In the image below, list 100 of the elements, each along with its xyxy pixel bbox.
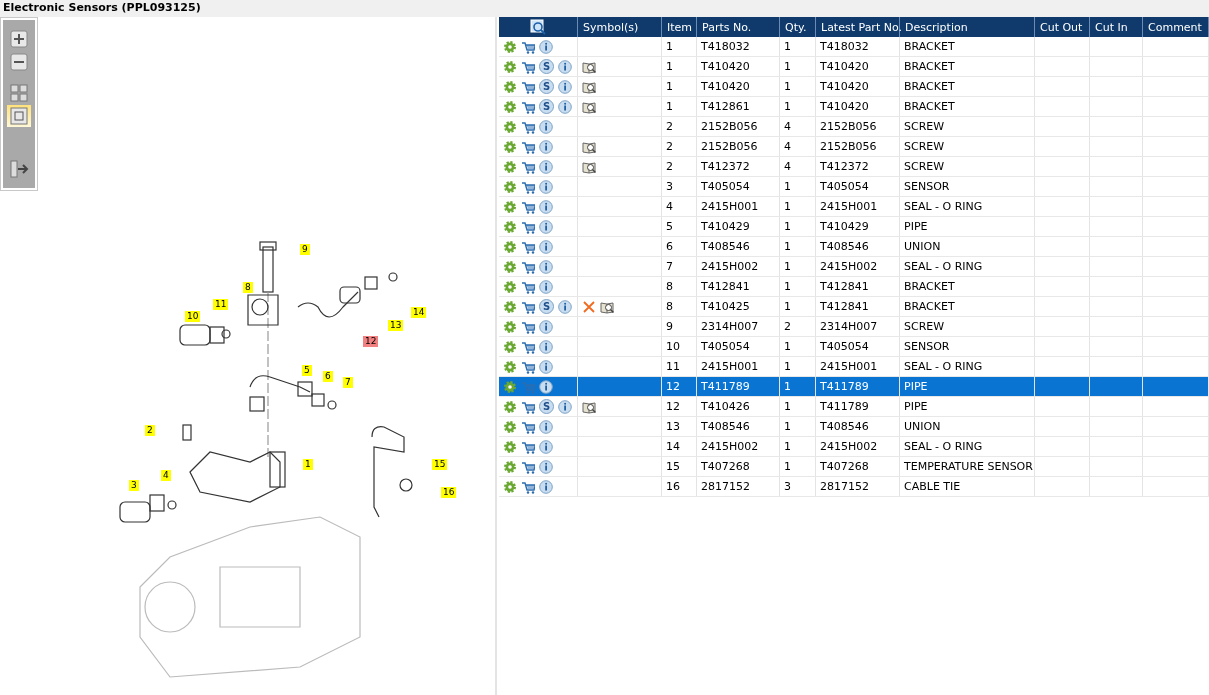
book-search-icon[interactable]: [582, 139, 596, 154]
table-row[interactable]: 5 T410429 1 T410429 PIPE: [499, 216, 1209, 237]
s-badge[interactable]: S: [539, 299, 554, 314]
info-icon[interactable]: [558, 399, 572, 414]
info-icon[interactable]: [539, 219, 553, 234]
cart-icon[interactable]: [521, 39, 535, 54]
table-row[interactable]: S 8 T410425 1 T412841 BRACKET: [499, 296, 1209, 317]
callout-label[interactable]: 12: [363, 336, 379, 347]
callout-label[interactable]: 9: [300, 244, 310, 255]
callout-label[interactable]: 14: [411, 307, 427, 318]
info-icon[interactable]: [558, 79, 572, 94]
info-icon[interactable]: [539, 199, 553, 214]
info-icon[interactable]: [539, 319, 553, 334]
callout-label[interactable]: 6: [323, 371, 333, 382]
table-row[interactable]: 15 T407268 1 T407268 TEMPERATURE SENSOR: [499, 456, 1209, 477]
info-icon[interactable]: [539, 439, 553, 454]
callout-label[interactable]: 16: [441, 487, 457, 498]
info-icon[interactable]: [539, 379, 553, 394]
info-icon[interactable]: [539, 239, 553, 254]
cart-icon[interactable]: [521, 359, 535, 374]
cart-icon[interactable]: [521, 219, 535, 234]
info-icon[interactable]: [539, 139, 553, 154]
cart-icon[interactable]: [521, 479, 535, 494]
cart-icon[interactable]: [521, 59, 535, 74]
cart-icon[interactable]: [521, 279, 535, 294]
table-row[interactable]: 6 T408546 1 T408546 UNION: [499, 236, 1209, 257]
cart-icon[interactable]: [521, 139, 535, 154]
book-search-icon[interactable]: [582, 399, 596, 414]
callout-label[interactable]: 3: [129, 480, 139, 491]
search-icon[interactable]: [530, 19, 546, 35]
table-row[interactable]: 14 2415H002 1 2415H002 SEAL - O RING: [499, 436, 1209, 457]
cart-icon[interactable]: [521, 299, 535, 314]
cart-icon[interactable]: [521, 199, 535, 214]
callout-label[interactable]: 13: [388, 320, 404, 331]
s-badge[interactable]: S: [539, 399, 554, 414]
info-icon[interactable]: [558, 299, 572, 314]
column-header[interactable]: Comment: [1142, 17, 1209, 37]
table-row[interactable]: 1 T418032 1 T418032 BRACKET: [499, 37, 1209, 57]
callout-label[interactable]: 8: [243, 282, 253, 293]
info-icon[interactable]: [539, 159, 553, 174]
callout-label[interactable]: 10: [185, 311, 201, 322]
callout-label[interactable]: 5: [302, 365, 312, 376]
cart-icon[interactable]: [521, 159, 535, 174]
arrow-right-button[interactable]: [7, 158, 31, 180]
table-row[interactable]: 16 2817152 3 2817152 CABLE TIE: [499, 476, 1209, 497]
table-row[interactable]: 7 2415H002 1 2415H002 SEAL - O RING: [499, 256, 1209, 277]
callout-label[interactable]: 2: [145, 425, 155, 436]
info-icon[interactable]: [539, 419, 553, 434]
cart-icon[interactable]: [521, 419, 535, 434]
table-row[interactable]: S 1 T410420 1 T410420 BRACKET: [499, 56, 1209, 77]
table-row[interactable]: S 1 T410420 1 T410420 BRACKET: [499, 76, 1209, 97]
table-row[interactable]: S 12 T410426 1 T411789 PIPE: [499, 396, 1209, 417]
info-icon[interactable]: [558, 99, 572, 114]
info-icon[interactable]: [558, 59, 572, 74]
table-row[interactable]: 2 T412372 4 T412372 SCREW: [499, 156, 1209, 177]
zoom-out-button[interactable]: [7, 51, 31, 73]
info-icon[interactable]: [539, 479, 553, 494]
info-icon[interactable]: [539, 259, 553, 274]
table-row[interactable]: 2 2152B056 4 2152B056 SCREW: [499, 136, 1209, 157]
table-row[interactable]: S 1 T412861 1 T410420 BRACKET: [499, 96, 1209, 117]
cart-icon[interactable]: [521, 339, 535, 354]
book-search-icon[interactable]: [582, 99, 596, 114]
table-row[interactable]: 9 2314H007 2 2314H007 SCREW: [499, 316, 1209, 337]
column-header[interactable]: Cut Out: [1034, 17, 1090, 37]
column-header[interactable]: Qty.: [779, 17, 816, 37]
table-row[interactable]: 13 T408546 1 T408546 UNION: [499, 416, 1209, 437]
cart-icon[interactable]: [521, 179, 535, 194]
callout-label[interactable]: 4: [161, 470, 171, 481]
info-icon[interactable]: [539, 39, 553, 54]
s-badge[interactable]: S: [539, 99, 554, 114]
column-header[interactable]: Cut In: [1089, 17, 1143, 37]
book-search-icon[interactable]: [582, 159, 596, 174]
table-row[interactable]: 4 2415H001 1 2415H001 SEAL - O RING: [499, 196, 1209, 217]
book-search-icon[interactable]: [600, 299, 614, 314]
cart-icon[interactable]: [521, 459, 535, 474]
table-row[interactable]: 3 T405054 1 T405054 SENSOR: [499, 176, 1209, 197]
cart-icon[interactable]: [521, 439, 535, 454]
cart-icon[interactable]: [521, 259, 535, 274]
table-row[interactable]: 8 T412841 1 T412841 BRACKET: [499, 276, 1209, 297]
cart-icon[interactable]: [521, 239, 535, 254]
cart-icon[interactable]: [521, 79, 535, 94]
callout-label[interactable]: 11: [213, 299, 229, 310]
info-icon[interactable]: [539, 359, 553, 374]
column-header[interactable]: Symbol(s): [577, 17, 662, 37]
table-row[interactable]: 2 2152B056 4 2152B056 SCREW: [499, 116, 1209, 137]
zoom-in-button[interactable]: [7, 28, 31, 50]
column-header[interactable]: Item: [661, 17, 697, 37]
callout-label[interactable]: 1: [303, 459, 313, 470]
column-header[interactable]: Latest Part No.: [815, 17, 900, 37]
s-badge[interactable]: S: [539, 59, 554, 74]
callout-label[interactable]: 15: [432, 459, 448, 470]
info-icon[interactable]: [539, 119, 553, 134]
cart-icon[interactable]: [521, 99, 535, 114]
table-row[interactable]: 12 T411789 1 T411789 PIPE: [499, 376, 1209, 397]
book-search-icon[interactable]: [582, 59, 596, 74]
table-row[interactable]: 10 T405054 1 T405054 SENSOR: [499, 336, 1209, 357]
info-icon[interactable]: [539, 179, 553, 194]
info-icon[interactable]: [539, 279, 553, 294]
s-badge[interactable]: S: [539, 79, 554, 94]
cart-icon[interactable]: [521, 319, 535, 334]
